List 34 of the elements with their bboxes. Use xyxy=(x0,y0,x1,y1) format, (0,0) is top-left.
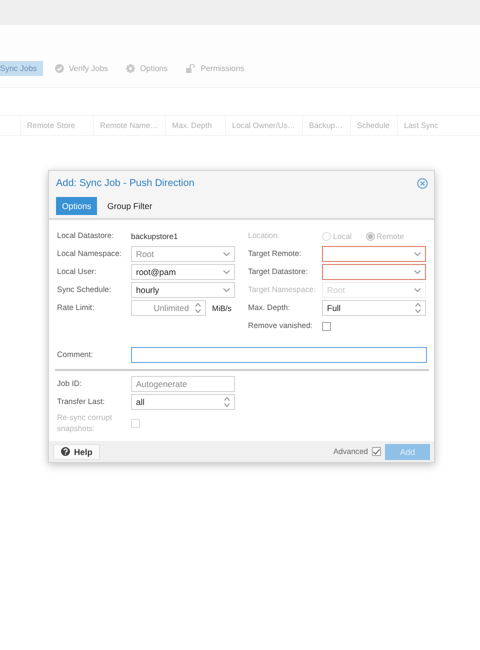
spinner-arrows-icon xyxy=(224,397,230,407)
chevron-down-icon xyxy=(414,252,421,256)
number-field[interactable]: Full xyxy=(322,300,426,316)
chevron-down-icon xyxy=(223,252,230,256)
dropdown-field[interactable] xyxy=(322,264,426,280)
dropdown-field[interactable]: Root xyxy=(131,246,235,262)
help-button[interactable]: Help xyxy=(53,444,100,460)
spinner-arrows-icon xyxy=(195,303,201,313)
tab[interactable]: Verify Jobs xyxy=(48,60,114,76)
tab[interactable]: Permissions xyxy=(180,60,250,76)
text-input[interactable] xyxy=(131,347,427,363)
chevron-down-icon xyxy=(223,270,230,274)
number-field[interactable]: all xyxy=(131,394,235,410)
checkbox[interactable] xyxy=(322,322,331,330)
dialog-tab[interactable]: Options xyxy=(56,197,98,215)
close-icon[interactable] xyxy=(417,178,428,189)
text-input[interactable]: Autogenerate xyxy=(131,376,235,392)
dropdown-field[interactable] xyxy=(322,246,426,262)
tab[interactable]: Options xyxy=(120,60,174,76)
dialog-title: Add: Sync Job - Push Direction xyxy=(56,178,194,189)
tab[interactable]: Sync Jobs xyxy=(0,60,43,76)
check-circle-icon xyxy=(54,64,64,72)
chevron-down-icon xyxy=(223,288,230,292)
checkbox[interactable] xyxy=(372,447,381,456)
chevron-down-icon xyxy=(414,288,421,292)
unlocked-padlock-icon xyxy=(186,64,196,72)
spinner-arrows-icon xyxy=(415,303,421,313)
dropdown-field[interactable]: root@pam xyxy=(131,264,235,280)
chevron-down-icon xyxy=(414,270,421,274)
gear-icon xyxy=(126,64,136,72)
number-field[interactable]: Unlimited xyxy=(131,300,206,316)
dialog-tab[interactable]: Group Filter xyxy=(101,197,158,215)
help-icon xyxy=(61,447,70,456)
dropdown-field[interactable]: hourly xyxy=(131,282,235,298)
